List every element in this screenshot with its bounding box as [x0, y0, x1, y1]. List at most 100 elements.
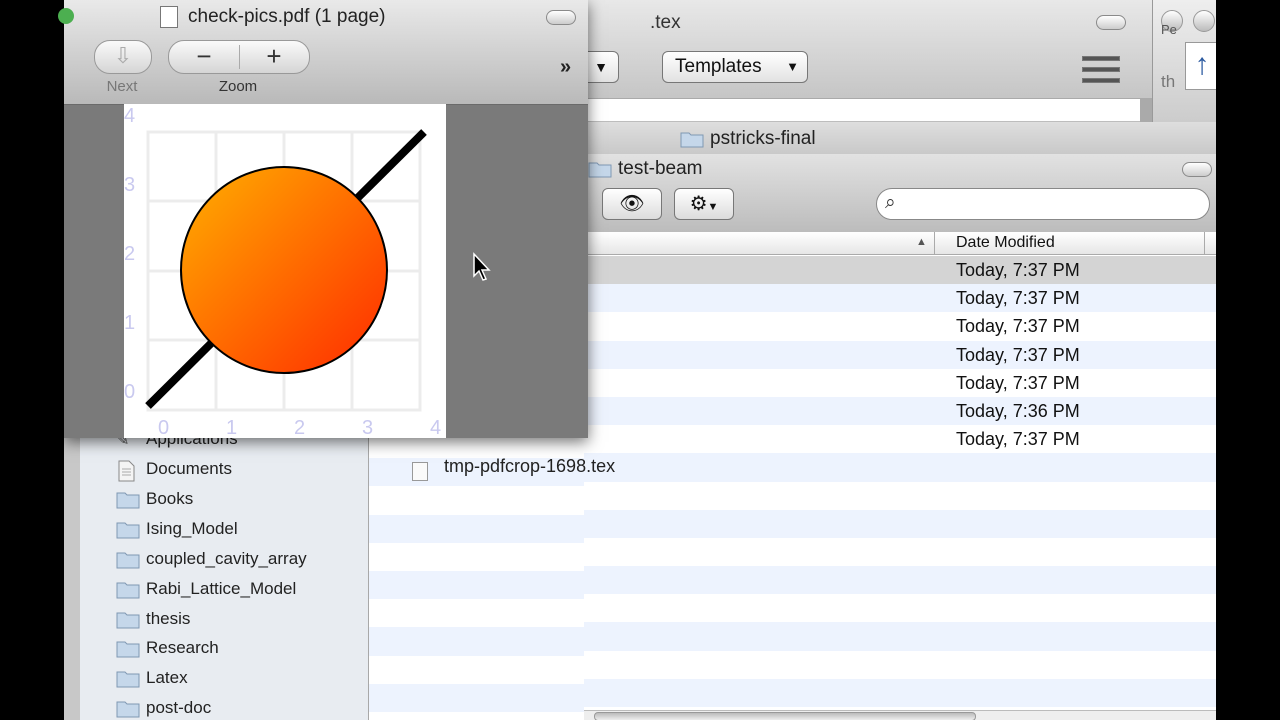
column-header: ▲ Date Modified — [584, 232, 1216, 255]
action-menu-button[interactable]: ⚙▼ — [674, 188, 734, 220]
tex-file-icon — [412, 462, 428, 482]
templates-button[interactable]: Templates ▼ — [662, 51, 808, 83]
folder-icon — [680, 132, 704, 148]
eye-icon: 👁 — [619, 193, 645, 215]
finder-window: pstricks-final test-beam 👁 ⚙▼ ⌕ ▲ Date M… — [584, 122, 1216, 720]
sidebar-item-label: thesis — [146, 609, 191, 628]
zoom-in-button[interactable]: + — [239, 41, 309, 71]
finder-sidebar: ✎ Applications Documents Books Ising_Mod… — [80, 429, 369, 720]
editor-window: .tex ▼ Templates ▼ — [584, 0, 1216, 123]
sidebar-item-rabi-lattice-model[interactable]: Rabi_Lattice_Model — [80, 576, 368, 604]
date-cell: Today, 7:37 PM — [956, 288, 1080, 309]
table-row[interactable]: Today, 7:37 PM — [584, 425, 1216, 454]
window-button-icon[interactable] — [1193, 10, 1215, 32]
list-item[interactable]: tmp-pdfcrop-1698.tex — [368, 456, 615, 487]
sidebar-item-thesis[interactable]: thesis — [80, 606, 368, 634]
table-row-empty — [584, 566, 1216, 595]
x-tick-label: 2 — [294, 417, 305, 438]
x-axis-ticks: 0 1 2 3 4 — [158, 417, 441, 439]
horizontal-scrollbar[interactable] — [584, 710, 1216, 720]
editor-window-title: .tex — [650, 12, 681, 33]
sidebar-item-post-doc[interactable]: post-doc — [80, 695, 368, 720]
y-axis-ticks: 0 1 2 3 4 — [124, 105, 135, 403]
pdf-figure: 0 1 2 3 4 0 1 2 3 4 — [124, 105, 441, 439]
table-row[interactable]: Today, 7:37 PM — [584, 312, 1216, 341]
window-text-fragment: Pe — [1161, 22, 1177, 37]
table-row[interactable]: Today, 7:36 PM — [584, 396, 1216, 426]
y-tick-label: 4 — [124, 105, 135, 127]
arrow-down-icon: ⇩ — [113, 43, 133, 68]
sidebar-item-research[interactable]: Research — [80, 635, 368, 663]
pdf-document-icon — [160, 6, 178, 28]
date-cell: Today, 7:37 PM — [956, 316, 1080, 337]
finder-toolbar: test-beam 👁 ⚙▼ ⌕ — [584, 154, 1216, 233]
toolbar-toggle-button[interactable] — [1096, 15, 1126, 30]
toolbar-toggle-button[interactable] — [1182, 162, 1212, 177]
sidebar-item-latex[interactable]: Latex — [80, 665, 368, 693]
next-page-button[interactable]: ⇩ — [94, 40, 152, 74]
date-cell: Today, 7:37 PM — [956, 372, 1080, 393]
sidebar-item-ising-model[interactable]: Ising_Model — [80, 516, 368, 544]
typeset-dropdown[interactable]: ▼ — [584, 51, 619, 83]
sidebar-item-label: Rabi_Lattice_Model — [146, 579, 297, 598]
folder-icon — [116, 612, 140, 629]
folder-icon — [116, 522, 140, 539]
sidebar-item-books[interactable]: Books — [80, 486, 368, 514]
chevron-down-icon: ▼ — [707, 201, 719, 213]
preview-window-title: check-pics.pdf (1 page) — [188, 6, 386, 27]
date-cell: Today, 7:37 PM — [956, 429, 1080, 450]
table-row-empty — [584, 594, 1216, 623]
y-tick-label: 0 — [124, 381, 135, 403]
path-folder-label[interactable]: pstricks-final — [710, 128, 816, 150]
sidebar-item-label: Ising_Model — [146, 519, 238, 538]
editor-text-area[interactable] — [584, 98, 1140, 121]
table-row-empty — [584, 678, 1216, 707]
search-field[interactable]: ⌕ — [876, 188, 1210, 220]
zoom-window-icon[interactable] — [58, 8, 74, 24]
zoom-label: Zoom — [218, 78, 258, 95]
quick-look-button[interactable]: 👁 — [602, 188, 662, 220]
file-name: tmp-pdfcrop-1698.tex — [444, 456, 616, 477]
table-row[interactable]: Today, 7:37 PM — [584, 256, 1216, 285]
folder-icon — [116, 492, 140, 509]
folder-icon — [116, 641, 140, 658]
sidebar-item-coupled-cavity-array[interactable]: coupled_cavity_array — [80, 546, 368, 574]
sidebar-item-documents[interactable]: Documents — [80, 456, 368, 484]
folder-icon — [116, 701, 140, 718]
templates-label: Templates — [675, 56, 762, 77]
search-input[interactable] — [911, 193, 1195, 215]
lines-menu-icon[interactable] — [1080, 50, 1122, 88]
x-tick-label: 3 — [362, 417, 373, 438]
sidebar-item-label: post-doc — [146, 698, 212, 717]
date-cell: Today, 7:37 PM — [956, 260, 1080, 280]
zoom-control: − + — [168, 40, 310, 74]
y-tick-label: 2 — [124, 243, 135, 265]
gradient-circle — [180, 166, 388, 374]
pdf-page: 0 1 2 3 4 0 1 2 3 4 — [124, 104, 446, 439]
zoom-out-button[interactable]: − — [169, 41, 239, 71]
table-row-empty — [584, 650, 1216, 679]
date-cell: Today, 7:36 PM — [956, 400, 1080, 421]
sort-ascending-icon[interactable]: ▲ — [916, 236, 927, 248]
sidebar-item-label: coupled_cavity_array — [146, 549, 307, 568]
upload-document-icon[interactable]: ↑ — [1185, 42, 1216, 90]
search-icon: ⌕ — [885, 192, 896, 213]
mouse-cursor-icon — [473, 252, 491, 281]
table-row[interactable]: Today, 7:37 PM — [584, 368, 1216, 397]
table-row[interactable]: Today, 7:37 PM — [584, 340, 1216, 369]
table-row[interactable]: Today, 7:37 PM — [584, 284, 1216, 313]
sidebar-item-label: Latex — [146, 668, 188, 687]
date-cell: Today, 7:37 PM — [956, 344, 1080, 365]
next-label: Next — [106, 78, 138, 95]
toolbar-overflow-button[interactable]: » — [560, 56, 571, 79]
table-row-empty — [584, 537, 1216, 567]
gear-icon: ⚙ — [689, 193, 708, 215]
scroll-thumb[interactable] — [594, 712, 976, 720]
toolbar-toggle-button[interactable] — [546, 10, 576, 25]
table-row-empty — [584, 453, 1216, 482]
file-list: Today, 7:37 PM Today, 7:37 PM Today, 7:3… — [584, 256, 1216, 707]
file-list-name-column: tmp-pdfcrop-1698.tex — [368, 430, 615, 720]
folder-icon — [116, 552, 140, 569]
date-modified-column-header[interactable]: Date Modified — [956, 234, 1055, 252]
finder-window-title: test-beam — [618, 158, 703, 179]
